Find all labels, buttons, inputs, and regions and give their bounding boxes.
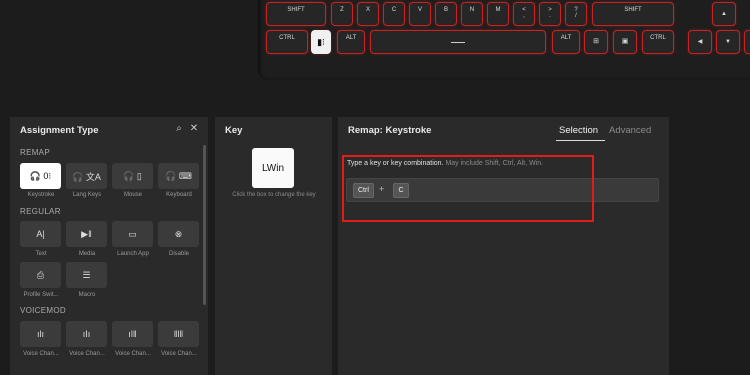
macro-icon: ☰ <box>82 269 91 280</box>
assignment-scrollbar[interactable] <box>203 145 206 305</box>
key-b[interactable]: B <box>435 2 457 26</box>
key-left-alt[interactable]: ALT <box>337 30 365 54</box>
tile-label-mouse: Mouse <box>123 192 142 198</box>
key-left-win[interactable]: ▮⁝ <box>311 30 331 54</box>
tile-label-media: Media <box>78 251 96 257</box>
tile-text[interactable]: A| <box>20 221 61 247</box>
space-bar-line <box>451 41 465 43</box>
media-icon: ▶‖ <box>81 228 92 239</box>
tile-label-voice-change-1: Voice Chan... <box>23 351 59 357</box>
key-arrow-left[interactable]: ◀ <box>688 30 712 54</box>
key-right-alt[interactable]: ALT <box>552 30 580 54</box>
section-label-regular: REGULAR <box>20 207 61 216</box>
highlight-box <box>342 155 594 222</box>
keystroke-icon: 🎧 0⁝ <box>29 170 52 181</box>
tile-voice-change-3[interactable]: ıl‖ <box>112 321 153 347</box>
menu-key-icon: ▣ <box>621 38 629 45</box>
lang-keys-icon: 🎧 文A <box>72 171 101 182</box>
key-left-shift[interactable]: SHIFT <box>266 2 326 26</box>
key-arrow-right[interactable]: ▶ <box>744 30 750 54</box>
tile-label-text: Text <box>35 251 47 257</box>
tile-macro[interactable]: ☰ <box>66 262 107 288</box>
tile-keyboard[interactable]: 🎧 ⌨ <box>158 163 199 189</box>
tile-label-voice-change-4: Voice Chan... <box>161 351 197 357</box>
tile-label-voice-change-2: Voice Chan... <box>69 351 105 357</box>
tile-label-macro: Macro <box>78 292 96 298</box>
tile-label-lang-keys: Lang Keys <box>72 192 102 198</box>
tile-label-keyboard: Keyboard <box>166 192 192 198</box>
tab-selection[interactable]: Selection <box>559 125 598 136</box>
windows-key-icon: ▮⁝ <box>317 37 325 47</box>
mouse-icon: 🎧 ▯ <box>123 170 142 181</box>
voice-change-icon: ‖l‖ <box>173 329 184 339</box>
key-left-ctrl[interactable]: CTRL <box>266 30 308 54</box>
key-c[interactable]: C <box>383 2 405 26</box>
key-period[interactable]: > . <box>539 2 561 26</box>
key-arrow-up[interactable]: ▲ <box>712 2 736 26</box>
key-menu[interactable]: ▣ <box>613 30 637 54</box>
tile-lang-keys[interactable]: 🎧 文A <box>66 163 107 189</box>
keyboard-image: SHIFT Z X C V B N M < , > . ? / SHIFT ▲ … <box>258 0 750 80</box>
tile-label-voice-change-3: Voice Chan... <box>115 351 151 357</box>
tile-label-disable: Disable <box>168 251 189 257</box>
tile-voice-change-1[interactable]: ılı <box>20 321 61 347</box>
profile-switch-icon: ⎙ <box>36 269 45 280</box>
tile-launch-app[interactable]: ▭ <box>112 221 153 247</box>
windows-logo-icon: ⊞ <box>593 38 599 45</box>
key-m[interactable]: M <box>487 2 509 26</box>
tile-media[interactable]: ▶‖ <box>66 221 107 247</box>
keyboard-icon: 🎧 ⌨ <box>165 170 192 181</box>
voice-change-icon: ıl‖ <box>128 329 137 339</box>
key-slash[interactable]: ? / <box>565 2 587 26</box>
key-panel-hint: Click the box to change the key <box>232 192 316 198</box>
tile-voice-change-4[interactable]: ‖l‖ <box>158 321 199 347</box>
search-icon[interactable]: ⌕ <box>173 123 185 135</box>
voice-change-icon: ılı <box>36 329 44 339</box>
tile-label-keystroke: Keystroke <box>27 192 55 198</box>
key-right-win[interactable]: ⊞ <box>584 30 608 54</box>
tile-disable[interactable]: ⊗ <box>158 221 199 247</box>
key-v[interactable]: V <box>409 2 431 26</box>
selected-key-button[interactable]: LWin <box>252 148 294 188</box>
key-arrow-down[interactable]: ▼ <box>716 30 740 54</box>
launch-app-icon: ▭ <box>128 228 137 239</box>
key-n[interactable]: N <box>461 2 483 26</box>
tile-voice-change-2[interactable]: ıIı <box>66 321 107 347</box>
disable-icon: ⊗ <box>174 228 183 239</box>
close-icon[interactable]: ✕ <box>188 123 200 135</box>
assignment-type-title: Assignment Type <box>20 125 99 136</box>
section-label-remap: REMAP <box>20 148 50 157</box>
voice-change-icon: ıIı <box>82 329 91 339</box>
text-icon: A| <box>36 229 45 239</box>
key-right-ctrl[interactable]: CTRL <box>642 30 674 54</box>
tile-label-launch-app: Launch App <box>117 251 149 257</box>
key-comma[interactable]: < , <box>513 2 535 26</box>
tab-selection-underline <box>556 140 605 141</box>
key-panel-title: Key <box>225 125 243 136</box>
key-space[interactable] <box>370 30 546 54</box>
tile-label-profile-switch: Profile Swit... <box>23 292 59 298</box>
tile-mouse[interactable]: 🎧 ▯ <box>112 163 153 189</box>
key-z[interactable]: Z <box>331 2 353 26</box>
key-right-shift[interactable]: SHIFT <box>592 2 674 26</box>
tile-profile-switch[interactable]: ⎙ <box>20 262 61 288</box>
tile-keystroke[interactable]: 🎧 0⁝ <box>20 163 61 189</box>
key-x[interactable]: X <box>357 2 379 26</box>
tab-advanced[interactable]: Advanced <box>609 125 651 136</box>
remap-panel-title: Remap: Keystroke <box>348 125 432 136</box>
section-label-voicemod: VOICEMOD <box>20 306 66 315</box>
keyboard-preview-area: SHIFT Z X C V B N M < , > . ? / SHIFT ▲ … <box>0 0 750 112</box>
